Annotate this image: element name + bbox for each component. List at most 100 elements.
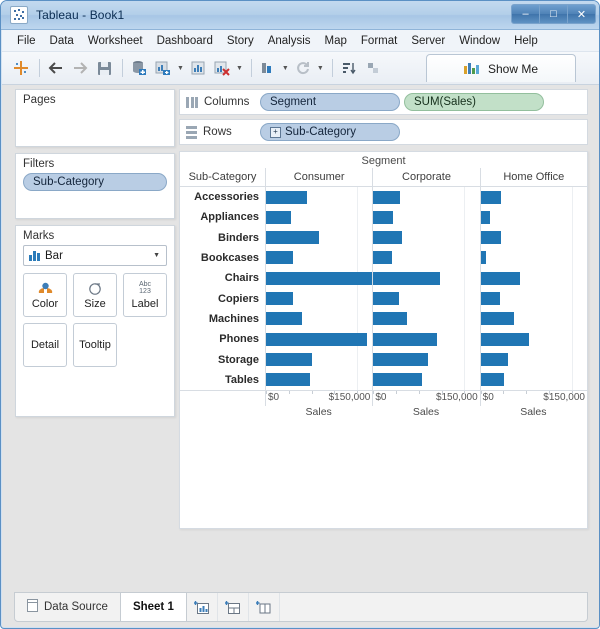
data-source-tab[interactable]: Data Source: [15, 593, 121, 621]
menu-help[interactable]: Help: [507, 33, 545, 49]
close-button[interactable]: ✕: [567, 4, 596, 24]
refresh-icon[interactable]: [292, 57, 314, 79]
columns-shelf[interactable]: Columns Segment SUM(Sales): [179, 89, 588, 115]
chart-bar[interactable]: [480, 231, 502, 245]
swap-rows-columns-icon[interactable]: [257, 57, 279, 79]
forward-arrow-icon[interactable]: [69, 57, 91, 79]
tableau-start-icon[interactable]: [10, 57, 32, 79]
columns-pill-segment[interactable]: Segment: [260, 93, 400, 111]
show-me-button[interactable]: Show Me: [426, 54, 576, 82]
chart-bar[interactable]: [373, 210, 394, 224]
marks-color-button[interactable]: Color: [23, 273, 67, 317]
chart-bar[interactable]: [266, 271, 373, 285]
maximize-button[interactable]: □: [539, 4, 568, 24]
show-me-icon: [463, 61, 481, 77]
chart-bar[interactable]: [373, 352, 428, 366]
chart-bar[interactable]: [480, 373, 504, 387]
menu-server[interactable]: Server: [404, 33, 452, 49]
marks-size-label: Size: [84, 298, 106, 310]
chart-cell-consumer: [265, 187, 372, 208]
marks-size-button[interactable]: Size: [73, 273, 117, 317]
rows-pill-text: Sub-Category: [285, 126, 356, 138]
save-icon[interactable]: [93, 57, 115, 79]
chart-bar[interactable]: [266, 373, 310, 387]
menu-story[interactable]: Story: [220, 33, 261, 49]
chevron-down-icon[interactable]: ▼: [282, 65, 289, 72]
menu-data[interactable]: Data: [43, 33, 81, 49]
chart-bar[interactable]: [266, 231, 320, 245]
rows-pill-sub-category[interactable]: + Sub-Category: [260, 123, 400, 141]
chart-bar[interactable]: [266, 210, 291, 224]
pages-card[interactable]: Pages: [15, 89, 175, 147]
new-worksheet-button[interactable]: [187, 593, 218, 621]
marks-label-button[interactable]: Abc 123 Label: [123, 273, 167, 317]
chart-row-label: Bookcases: [200, 252, 259, 265]
chevron-down-icon[interactable]: ▼: [236, 65, 243, 72]
chart-bar[interactable]: [266, 190, 308, 204]
new-data-source-icon[interactable]: [128, 57, 150, 79]
sheet-tab-sheet-1[interactable]: Sheet 1: [120, 593, 187, 621]
menu-dashboard[interactable]: Dashboard: [150, 33, 220, 49]
chart-bar[interactable]: [266, 352, 312, 366]
chart-bar[interactable]: [373, 291, 399, 305]
axis-tick-minor: [288, 391, 290, 394]
gridline: [464, 349, 466, 370]
visualization-pane: Segment Sub-Category Consumer Corporate …: [179, 151, 588, 529]
chart-bar[interactable]: [480, 352, 508, 366]
chart-bar[interactable]: [480, 332, 530, 346]
menu-window[interactable]: Window: [452, 33, 507, 49]
chevron-down-icon[interactable]: ▼: [153, 252, 160, 259]
chart-bar[interactable]: [480, 312, 515, 326]
chart-bar[interactable]: [480, 210, 491, 224]
axis-tick-minor: [357, 391, 359, 394]
expand-hierarchy-icon[interactable]: +: [270, 126, 281, 138]
row-header-title: Sub-Category: [188, 171, 257, 183]
gridline: [464, 369, 466, 390]
chart-cell-corporate: [372, 187, 479, 208]
chart-bar[interactable]: [373, 251, 393, 265]
clear-sheet-icon[interactable]: [211, 57, 233, 79]
chart-bar[interactable]: [266, 251, 294, 265]
highlight-icon[interactable]: [362, 57, 384, 79]
chart-bar[interactable]: [480, 251, 486, 265]
menu-map[interactable]: Map: [318, 33, 354, 49]
rows-label-text: Rows: [203, 126, 232, 138]
chevron-down-icon[interactable]: ▼: [317, 65, 324, 72]
chart-bar[interactable]: [480, 271, 521, 285]
new-dashboard-button[interactable]: [218, 593, 249, 621]
duplicate-sheet-icon[interactable]: [187, 57, 209, 79]
chart-bar[interactable]: [373, 231, 403, 245]
gridline: [571, 329, 573, 350]
new-story-button[interactable]: [249, 593, 280, 621]
marks-detail-button[interactable]: Detail: [23, 323, 67, 367]
chart-bar[interactable]: [373, 312, 407, 326]
chart-bar[interactable]: [480, 291, 501, 305]
menu-format[interactable]: Format: [354, 33, 404, 49]
sort-ascending-icon[interactable]: [338, 57, 360, 79]
filter-pill-sub-category[interactable]: Sub-Category: [23, 173, 167, 191]
new-worksheet-icon[interactable]: [152, 57, 174, 79]
menu-file[interactable]: File: [10, 33, 43, 49]
columns-pill-sum-sales[interactable]: SUM(Sales): [404, 93, 544, 111]
chart-cell-corporate: [372, 227, 479, 248]
back-arrow-icon[interactable]: [45, 57, 67, 79]
rows-shelf[interactable]: Rows + Sub-Category: [179, 119, 588, 145]
menu-analysis[interactable]: Analysis: [261, 33, 318, 49]
chart-bar[interactable]: [480, 190, 501, 204]
filters-card[interactable]: Filters Sub-Category: [15, 153, 175, 219]
chart-bar[interactable]: [266, 332, 368, 346]
panel-header-corporate: Corporate: [372, 168, 479, 186]
mark-type-dropdown[interactable]: Bar ▼: [23, 245, 167, 266]
minimize-button[interactable]: –: [511, 4, 540, 24]
menu-worksheet[interactable]: Worksheet: [81, 33, 150, 49]
marks-tooltip-button[interactable]: Tooltip: [73, 323, 117, 367]
chart-bar[interactable]: [373, 373, 422, 387]
chevron-down-icon[interactable]: ▼: [177, 65, 184, 72]
chart-bar[interactable]: [266, 291, 293, 305]
chart-cell-home-office: [479, 227, 587, 248]
chart-bar[interactable]: [373, 271, 441, 285]
chart-bar[interactable]: [266, 312, 302, 326]
chart-bar[interactable]: [373, 332, 438, 346]
gridline: [571, 247, 573, 269]
chart-bar[interactable]: [373, 190, 401, 204]
